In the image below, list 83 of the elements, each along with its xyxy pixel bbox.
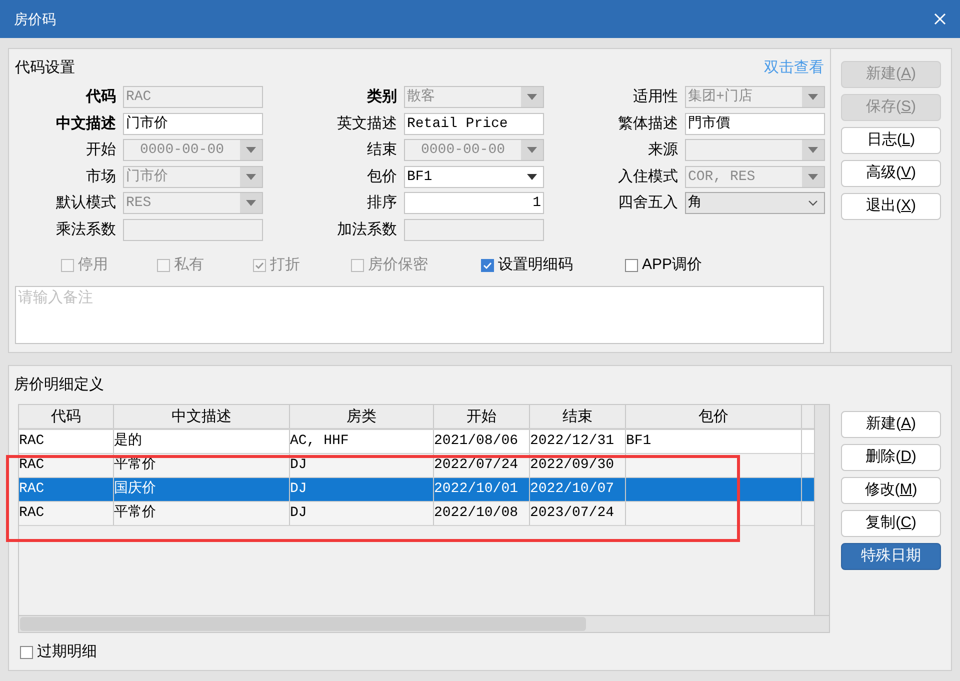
dropdown-caret-icon <box>527 147 537 153</box>
action-button[interactable]: 修改(M) <box>841 477 941 504</box>
table-cell: 国庆价 <box>114 481 156 497</box>
section-title: 房价明细定义 <box>14 375 105 395</box>
scrollbar-thumb[interactable] <box>20 617 586 631</box>
column-header[interactable]: 中文描述 <box>114 405 290 428</box>
field-label: 来源 <box>648 140 678 160</box>
table-cell: 2023/07/24 <box>530 505 614 521</box>
table-cell: 2022/12/31 <box>530 433 614 449</box>
action-button[interactable]: 特殊日期 <box>841 543 941 570</box>
table-cell: RAC <box>19 505 44 521</box>
table-cell: RAC <box>19 457 44 473</box>
field-label: 加法系数 <box>337 220 397 240</box>
checkbox[interactable]: APP调价 <box>625 254 830 276</box>
field-label: 开始 <box>86 140 116 160</box>
field-label: 入住模式 <box>618 166 678 186</box>
field-label: 代码 <box>86 87 116 107</box>
field-label: 类别 <box>367 87 397 107</box>
column-header[interactable]: 代码 <box>19 405 114 428</box>
field-label: 中文描述 <box>56 114 116 134</box>
table-cell: RAC <box>19 481 44 497</box>
field-label: 乘法系数 <box>56 220 116 240</box>
action-button[interactable]: 日志(L) <box>841 127 941 154</box>
table-cell: DJ <box>290 457 307 473</box>
dropdown-field[interactable]: 角 <box>685 192 825 214</box>
column-header[interactable]: 包价 <box>626 405 802 428</box>
action-button[interactable]: 新建(A) <box>841 411 941 438</box>
text-field[interactable]: 1 <box>404 192 544 214</box>
table-cell: BF1 <box>626 433 652 449</box>
table-row[interactable]: RAC 平常价 DJ 2022/10/08 2023/07/24 <box>19 502 814 526</box>
field-label: 繁体描述 <box>618 114 678 134</box>
close-icon[interactable] <box>934 13 946 25</box>
chevron-down-icon <box>808 200 818 206</box>
text-field[interactable]: 門市價 <box>685 112 825 134</box>
field-label: 默认模式 <box>56 193 116 213</box>
checkmark-icon <box>255 262 264 269</box>
dropdown-caret-icon <box>808 174 818 180</box>
table-cell: RAC <box>19 433 44 449</box>
column-header[interactable]: 房类 <box>290 405 434 428</box>
table-cell: 2022/09/30 <box>530 457 614 473</box>
text-field[interactable]: Retail Price <box>404 112 544 134</box>
table-cell: DJ <box>290 505 307 521</box>
table-cell: 2022/07/24 <box>434 457 518 473</box>
table-cell: 2022/10/08 <box>434 505 518 521</box>
checkbox[interactable]: 过期明细 <box>20 641 831 664</box>
window-title: 房价码 <box>14 10 56 28</box>
action-button[interactable]: 删除(D) <box>841 444 941 471</box>
dropdown-caret-icon <box>808 94 818 100</box>
dropdown-field[interactable]: BF1 <box>404 166 544 188</box>
field-label: 英文描述 <box>337 114 397 134</box>
field-label: 包价 <box>367 166 397 186</box>
table-row[interactable]: RAC 国庆价 DJ 2022/10/01 2022/10/07 <box>19 478 814 502</box>
text-field[interactable]: 门市价 <box>123 112 263 134</box>
checkbox[interactable]: 设置明细码 <box>481 254 625 276</box>
action-button[interactable]: 复制(C) <box>841 510 941 537</box>
column-header[interactable]: 结束 <box>530 405 626 428</box>
dropdown-caret-icon <box>246 174 256 180</box>
remark-field[interactable]: 请输入备注 <box>15 286 824 344</box>
field-label: 排序 <box>367 193 397 213</box>
table-row[interactable]: RAC 是的 AC, HHF 2021/08/06 2022/12/31 BF1 <box>19 430 814 454</box>
table-cell: 平常价 <box>114 505 156 521</box>
field-label: 结束 <box>367 140 397 160</box>
checkmark-icon <box>483 262 492 269</box>
dropdown-caret-icon <box>808 147 818 153</box>
field-label: 四舍五入 <box>618 193 678 213</box>
action-button[interactable]: 高级(V) <box>841 160 941 187</box>
table-cell: AC, HHF <box>290 433 349 449</box>
table-cell: 2022/10/07 <box>530 481 614 497</box>
dropdown-caret-icon <box>527 174 537 180</box>
section-title: 代码设置 <box>15 58 75 78</box>
table-cell: DJ <box>290 481 307 497</box>
dropdown-caret-icon <box>246 147 256 153</box>
horizontal-scrollbar[interactable] <box>19 615 829 632</box>
field-label: 市场 <box>86 166 116 186</box>
table-cell: 2021/08/06 <box>434 433 518 449</box>
dropdown-caret-icon <box>246 200 256 206</box>
column-header[interactable]: 开始 <box>434 405 530 428</box>
table-cell: 2022/10/01 <box>434 481 518 497</box>
field-label: 适用性 <box>633 87 678 107</box>
vertical-scrollbar[interactable] <box>814 405 829 615</box>
dropdown-caret-icon <box>527 94 537 100</box>
action-button[interactable]: 退出(X) <box>841 193 941 220</box>
table-cell: 是的 <box>114 433 142 449</box>
